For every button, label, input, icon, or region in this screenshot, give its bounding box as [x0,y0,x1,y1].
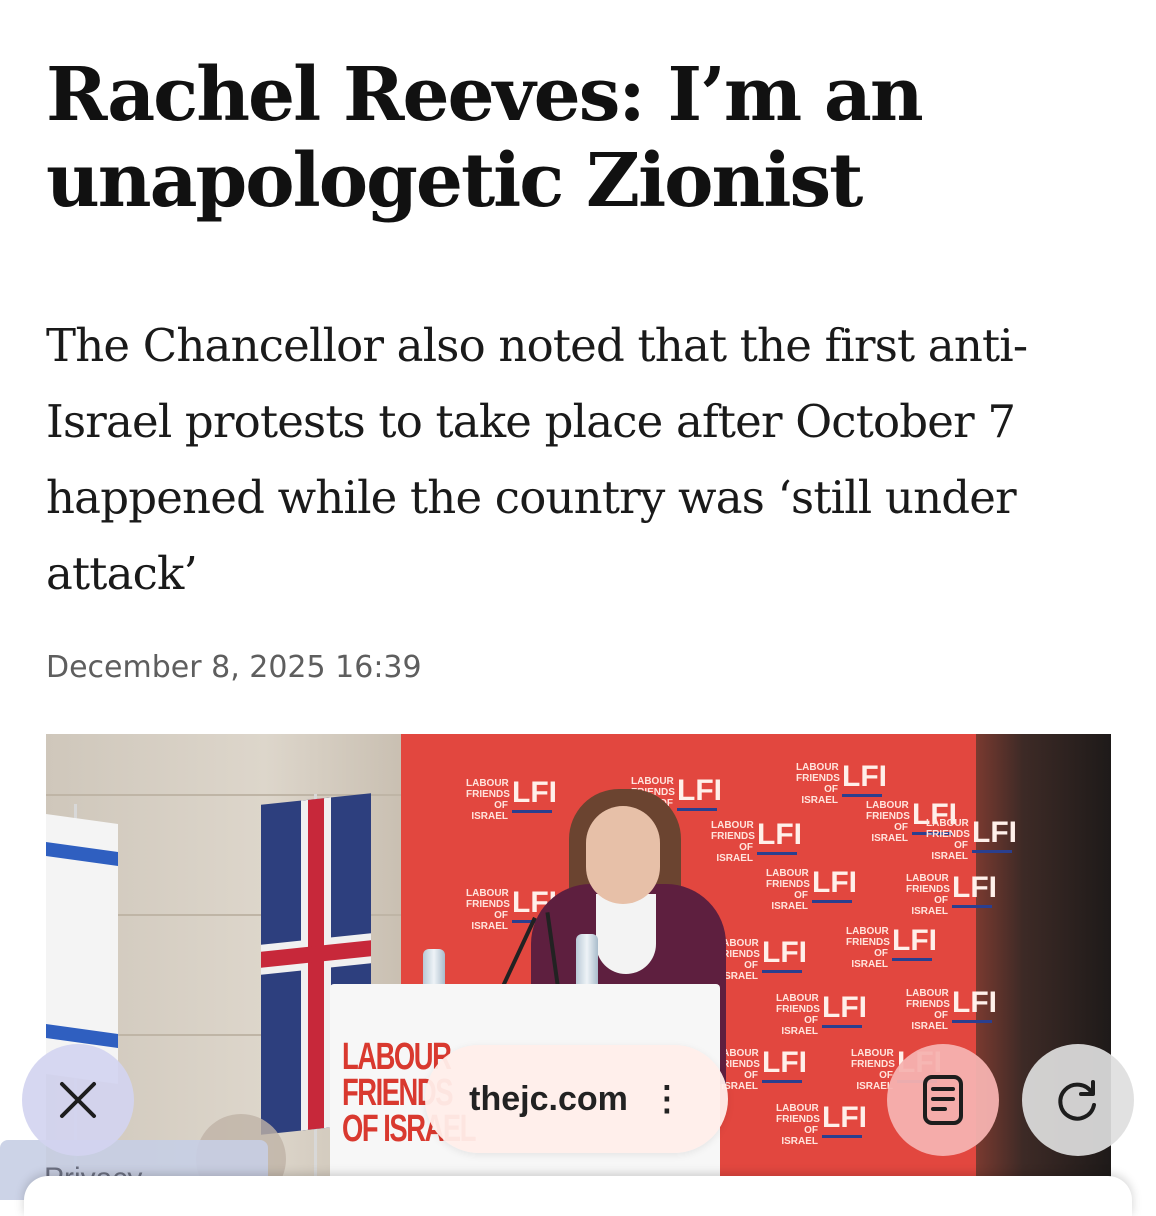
bottom-sheet[interactable] [24,1176,1132,1216]
reader-mode-icon [923,1075,963,1125]
lfi-logo: LABOURFRIENDSOF ISRAELLFI [776,1101,867,1147]
lfi-logo: LABOURFRIENDSOF ISRAELLFI [766,866,857,912]
reader-mode-button[interactable] [887,1044,999,1156]
close-button[interactable] [22,1044,134,1156]
more-options-icon[interactable]: ⋮ [650,1082,684,1116]
lfi-logo: LABOURFRIENDSOF ISRAELLFI [466,776,557,822]
url-bar[interactable]: thejc.com ⋮ [425,1045,728,1153]
close-icon [60,1082,96,1118]
lfi-logo: LABOURFRIENDSOF ISRAELLFI [906,986,997,1032]
reload-icon [1058,1080,1096,1121]
article-headline: Rachel Reeves: I’m an unapologetic Zioni… [46,52,924,224]
article-standfirst: The Chancellor also noted that the first… [46,319,1028,600]
lfi-logo: LABOURFRIENDSOF ISRAELLFI [926,816,1017,862]
url-text: thejc.com [469,1079,628,1118]
article-date: December 8, 2025 16:39 [46,650,422,685]
reload-button[interactable] [1022,1044,1134,1156]
lfi-logo: LABOURFRIENDSOF ISRAELLFI [846,924,937,970]
